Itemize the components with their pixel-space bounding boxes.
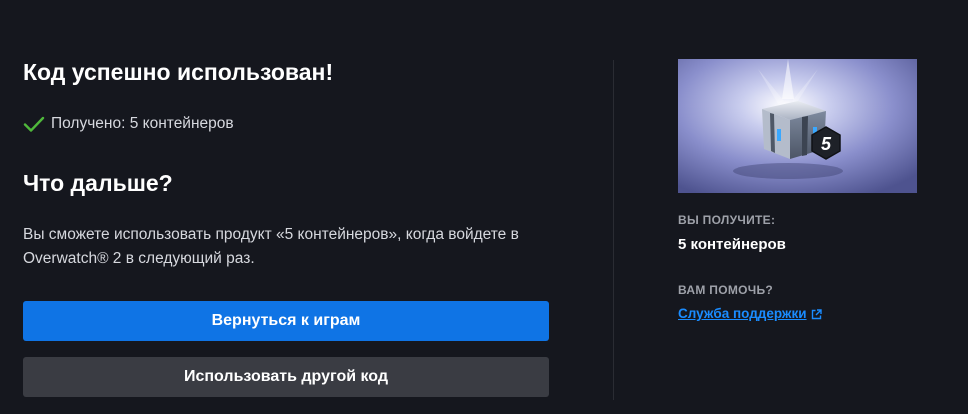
external-link-icon	[811, 308, 822, 320]
received-text: Получено: 5 контейнеров	[51, 115, 234, 132]
check-icon	[23, 115, 45, 133]
support-link[interactable]: Служба поддержки	[678, 306, 822, 321]
receive-label: ВЫ ПОЛУЧИТЕ:	[678, 213, 776, 227]
divider	[613, 60, 614, 400]
next-steps-description: Вы сможете использовать продукт «5 конте…	[23, 226, 519, 267]
redeem-success-page: Код успешно использован! Получено: 5 кон…	[0, 0, 968, 414]
support-link-label: Служба поддержки	[678, 306, 807, 321]
return-to-games-button[interactable]: Вернуться к играм	[23, 301, 549, 341]
page-title: Код успешно использован!	[23, 59, 334, 85]
use-another-code-button[interactable]: Использовать другой код	[23, 357, 549, 397]
received-status: Получено: 5 контейнеров	[23, 115, 234, 133]
product-image: 5	[678, 59, 917, 193]
product-name: 5 контейнеров	[678, 236, 786, 253]
image-badge-count: 5	[821, 134, 832, 154]
help-label: ВАМ ПОМОЧЬ?	[678, 283, 774, 297]
next-steps-title: Что дальше?	[23, 170, 173, 196]
